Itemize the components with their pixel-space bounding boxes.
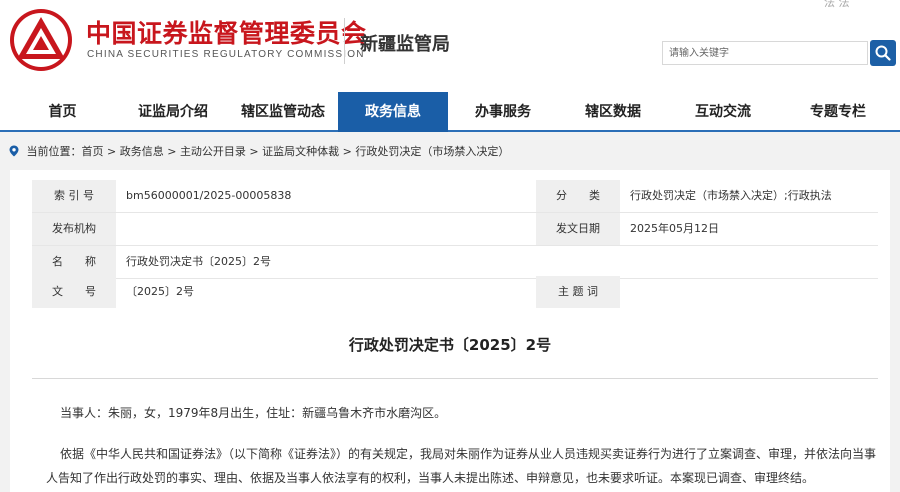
meta-row-publisher: 发布机构 发文日期 2025年05月12日 bbox=[32, 213, 878, 245]
date-label: 发文日期 bbox=[536, 213, 620, 245]
nav-regional-data[interactable]: 辖区数据 bbox=[558, 92, 668, 130]
meta-row-name: 名 称 行政处罚决定书〔2025〕2号 bbox=[32, 246, 878, 278]
meta-row-number: 文 号 〔2025〕2号 主 题 词 bbox=[32, 276, 878, 308]
nav-government-info[interactable]: 政务信息 bbox=[338, 92, 448, 132]
nav-special-topics[interactable]: 专题专栏 bbox=[778, 92, 898, 130]
bureau-name: 新疆监管局 bbox=[360, 34, 450, 55]
breadcrumb: 当前位置：首页 > 政务信息 > 主动公开目录 > 证监局文种体裁 > 行政处罚… bbox=[8, 143, 509, 159]
keywords-value bbox=[620, 276, 878, 308]
index-label: 索 引 号 bbox=[32, 180, 116, 212]
document-title: 行政处罚决定书〔2025〕2号 bbox=[348, 336, 552, 354]
category-label: 分 类 bbox=[536, 180, 620, 212]
search-input[interactable] bbox=[662, 41, 868, 65]
breadcrumb-separator: > bbox=[339, 145, 356, 158]
keywords-label: 主 题 词 bbox=[536, 276, 620, 308]
number-value: 〔2025〕2号 bbox=[126, 285, 194, 298]
content-panel: 索 引 号 bm56000001/2025-00005838 分 类 行政处罚决… bbox=[10, 170, 890, 492]
breadcrumb-prefix: 当前位置： bbox=[26, 145, 82, 158]
location-pin-icon bbox=[9, 145, 19, 157]
nav-services[interactable]: 办事服务 bbox=[448, 92, 558, 130]
search-button[interactable] bbox=[870, 40, 896, 66]
title-divider bbox=[32, 378, 878, 379]
number-label: 文 号 bbox=[32, 276, 116, 308]
publisher-label: 发布机构 bbox=[32, 213, 116, 245]
breadcrumb-separator: > bbox=[163, 145, 180, 158]
publisher-value bbox=[116, 213, 536, 245]
main-nav: 首页 证监局介绍 辖区监管动态 政务信息 办事服务 辖区数据 互动交流 专题专栏 bbox=[0, 92, 900, 132]
meta-row-index: 索 引 号 bm56000001/2025-00005838 分 类 行政处罚决… bbox=[32, 180, 878, 212]
name-value: 行政处罚决定书〔2025〕2号 bbox=[126, 255, 271, 268]
csrc-logo-icon bbox=[10, 9, 72, 71]
document-paragraph: 当事人：朱丽，女，1979年8月出生，住址：新疆乌鲁木齐市水磨沟区。 bbox=[60, 406, 447, 420]
breadcrumb-current[interactable]: 行政处罚决定（市场禁入决定） bbox=[355, 145, 509, 158]
nav-regional-supervision[interactable]: 辖区监管动态 bbox=[228, 92, 338, 130]
search-icon bbox=[875, 45, 891, 61]
breadcrumb-disclosure-catalog[interactable]: 主动公开目录 bbox=[180, 145, 246, 158]
breadcrumb-document-types[interactable]: 证监局文种体裁 bbox=[262, 145, 339, 158]
nav-home[interactable]: 首页 bbox=[10, 92, 115, 130]
category-value: 行政处罚决定（市场禁入决定）;行政执法 bbox=[630, 189, 832, 202]
site-header: 中国证券监督管理委员会 CHINA SECURITIES REGULATORY … bbox=[0, 0, 900, 92]
breadcrumb-separator: > bbox=[103, 145, 120, 158]
name-label: 名 称 bbox=[32, 246, 116, 278]
nav-bureau-intro[interactable]: 证监局介绍 bbox=[118, 92, 228, 130]
logo-title-cn: 中国证券监督管理委员会 bbox=[86, 19, 367, 48]
logo-title-en: CHINA SECURITIES REGULATORY COMMISSION bbox=[87, 49, 365, 60]
logo-divider bbox=[344, 18, 345, 64]
date-value: 2025年05月12日 bbox=[630, 222, 719, 235]
nav-interaction[interactable]: 互动交流 bbox=[668, 92, 778, 130]
index-value: bm56000001/2025-00005838 bbox=[126, 189, 292, 202]
document-paragraph: 依据《中华人民共和国证券法》（以下简称《证券法》）的有关规定，我局对朱丽作为证券… bbox=[46, 447, 877, 485]
breadcrumb-separator: > bbox=[245, 145, 263, 158]
breadcrumb-government-info[interactable]: 政务信息 bbox=[120, 145, 164, 158]
top-utility-link[interactable]: 法 法 bbox=[824, 0, 850, 10]
breadcrumb-home[interactable]: 首页 bbox=[82, 145, 104, 158]
